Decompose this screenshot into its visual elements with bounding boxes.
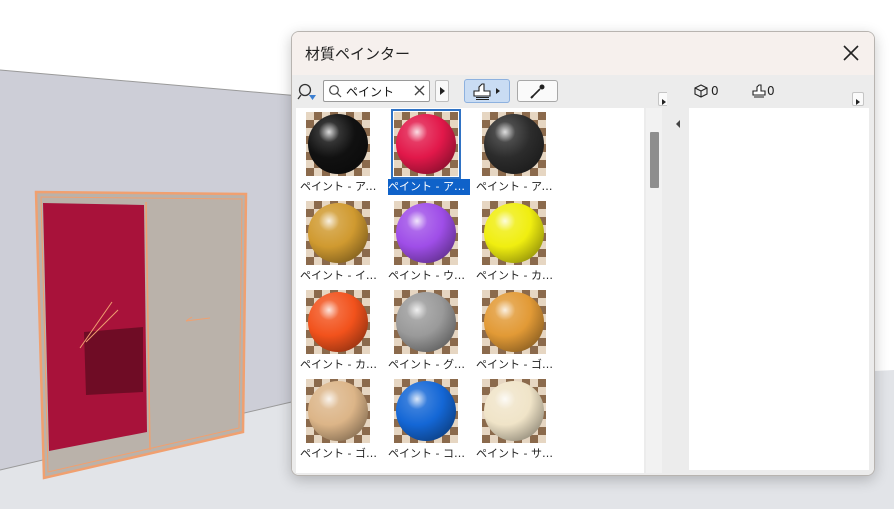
eyedropper-icon bbox=[530, 84, 545, 99]
material-sphere-preview bbox=[396, 292, 456, 352]
material-tile[interactable]: ペイント - ウル… bbox=[388, 201, 474, 289]
material-painter-palette: 材質ペインター ペイント ペイント - アイ… ペイント - アリ… ペイント … bbox=[291, 31, 875, 476]
search-input[interactable]: ペイント bbox=[346, 83, 394, 100]
material-label: ペイント - ウル… bbox=[388, 269, 470, 282]
cube-icon bbox=[694, 84, 708, 98]
material-thumbnail bbox=[482, 112, 546, 176]
material-thumbnail bbox=[394, 379, 458, 443]
material-thumbnail bbox=[394, 290, 458, 354]
search-options-button[interactable] bbox=[297, 82, 317, 102]
selection-options-button[interactable] bbox=[852, 92, 864, 106]
material-thumbnail bbox=[394, 201, 458, 265]
material-tile[interactable]: ペイント - カド… bbox=[300, 290, 386, 378]
material-label: ペイント - カド… bbox=[476, 269, 558, 282]
collapse-arrow-icon[interactable] bbox=[675, 119, 681, 129]
material-label: ペイント - サン… bbox=[476, 447, 558, 460]
material-thumbnail bbox=[306, 201, 370, 265]
close-icon bbox=[843, 45, 859, 61]
material-sphere-preview bbox=[308, 203, 368, 263]
material-sphere-preview bbox=[396, 203, 456, 263]
material-sphere-preview bbox=[396, 114, 456, 174]
material-thumbnail bbox=[482, 201, 546, 265]
material-tile[interactable]: ペイント - ゴー… bbox=[476, 290, 562, 378]
material-label: ペイント - カド… bbox=[300, 358, 382, 371]
material-tile[interactable]: ペイント - サン… bbox=[476, 379, 562, 467]
material-thumbnail bbox=[306, 112, 370, 176]
object-count: 0 bbox=[711, 84, 719, 98]
painted-count: 0 bbox=[767, 84, 775, 98]
material-list-pane: ペイント ペイント - アイ… ペイント - アリ… ペイント - アン… ペイ… bbox=[292, 75, 670, 475]
vertical-scrollbar[interactable] bbox=[646, 108, 662, 473]
paint-brush-icon bbox=[473, 83, 500, 101]
pane-splitter[interactable] bbox=[667, 75, 687, 475]
close-button[interactable] bbox=[828, 32, 874, 75]
material-sphere-preview bbox=[484, 381, 544, 441]
material-thumbnail bbox=[482, 290, 546, 354]
material-tile[interactable]: ペイント - グロ… bbox=[388, 290, 474, 378]
material-thumbnail bbox=[391, 109, 461, 179]
material-label: ペイント - アン… bbox=[476, 180, 558, 193]
door-object bbox=[34, 190, 248, 480]
magnifier-icon bbox=[329, 85, 342, 98]
material-tile[interactable]: ペイント - アン… bbox=[476, 112, 562, 200]
material-label: ペイント - アイ… bbox=[300, 180, 382, 193]
material-tile[interactable]: ペイント - アリ… bbox=[388, 109, 474, 200]
eyedropper-button[interactable] bbox=[517, 80, 558, 102]
window-title: 材質ペインター bbox=[305, 45, 411, 63]
material-sphere-preview bbox=[308, 292, 368, 352]
material-sphere-preview bbox=[484, 203, 544, 263]
material-sphere-preview bbox=[308, 114, 368, 174]
search-next-button[interactable] bbox=[435, 80, 449, 102]
material-thumbnail bbox=[306, 379, 370, 443]
material-sphere-preview bbox=[484, 114, 544, 174]
material-sphere-preview bbox=[308, 381, 368, 441]
material-tile[interactable]: ペイント - ゴー… bbox=[300, 379, 386, 467]
material-tile[interactable]: ペイント - アイ… bbox=[300, 112, 386, 200]
title-bar[interactable]: 材質ペインター bbox=[292, 32, 874, 75]
scrollbar-thumb[interactable] bbox=[650, 132, 659, 188]
material-sphere-preview bbox=[484, 292, 544, 352]
material-label: ペイント - コバ… bbox=[388, 447, 470, 460]
material-tile[interactable]: ペイント - イエ… bbox=[300, 201, 386, 289]
material-label: ペイント - グロ… bbox=[388, 358, 470, 371]
material-label: ペイント - ゴー… bbox=[300, 447, 382, 460]
material-label: ペイント - イエ… bbox=[300, 269, 382, 282]
clear-icon[interactable] bbox=[413, 84, 426, 97]
material-tile[interactable]: ペイント - コバ… bbox=[388, 379, 474, 467]
palette-body: ペイント ペイント - アイ… ペイント - アリ… ペイント - アン… ペイ… bbox=[292, 75, 874, 475]
material-sphere-preview bbox=[396, 381, 456, 441]
selection-pane: 0 0 bbox=[687, 75, 874, 475]
material-tile[interactable]: ペイント - カド… bbox=[476, 201, 562, 289]
paint-brush-icon bbox=[752, 84, 766, 98]
material-grid[interactable]: ペイント - アイ… ペイント - アリ… ペイント - アン… ペイント - イエ…… bbox=[296, 108, 644, 473]
material-thumbnail bbox=[306, 290, 370, 354]
material-label: ペイント - ゴー… bbox=[476, 358, 558, 371]
search-field[interactable]: ペイント bbox=[323, 80, 430, 102]
expand-arrow-icon bbox=[856, 99, 860, 105]
material-label: ペイント - アリ… bbox=[388, 179, 470, 195]
selection-list[interactable] bbox=[689, 108, 869, 470]
paint-mode-button[interactable] bbox=[464, 79, 510, 103]
search-options-icon bbox=[297, 83, 316, 100]
material-thumbnail bbox=[482, 379, 546, 443]
next-arrow-icon bbox=[440, 87, 445, 95]
